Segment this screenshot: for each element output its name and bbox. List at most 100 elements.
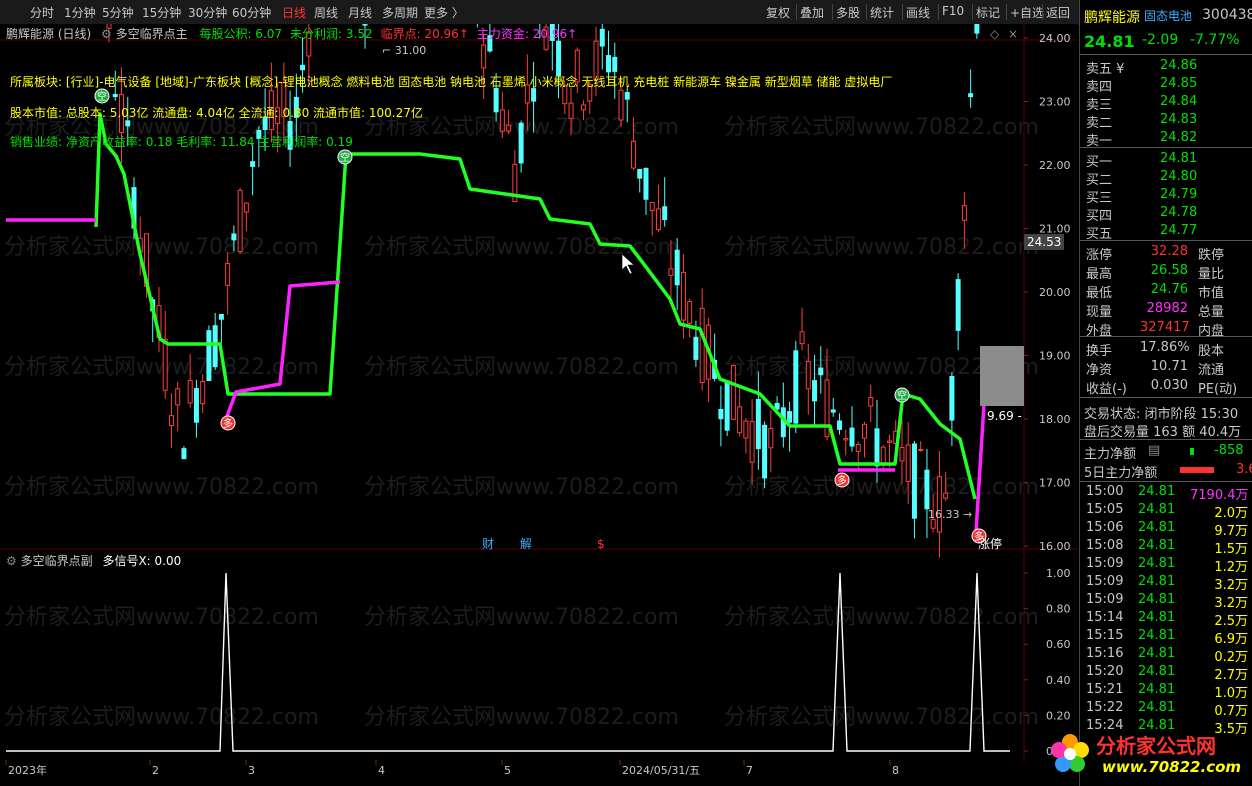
toolbar-tab[interactable]: 多周期 xyxy=(382,4,418,21)
indicator-name[interactable]: 多空临界点主 xyxy=(116,27,188,41)
list-icon[interactable]: ▤ xyxy=(1148,443,1160,458)
candle-body xyxy=(162,338,168,391)
event-marker[interactable]: 解 xyxy=(520,537,532,551)
buy-signal-marker[interactable]: 多 xyxy=(220,415,236,431)
tick-time: 15:00 xyxy=(1086,484,1124,499)
stat-label: 收益(-) xyxy=(1086,382,1127,397)
candle-body xyxy=(724,380,730,431)
watermark-text: 分析家公式网www.70822.com xyxy=(4,605,319,630)
y-tick-label: 19.00 xyxy=(1039,350,1071,363)
toolbar-button[interactable]: 多股 xyxy=(836,4,860,21)
sub-header: ⚙ 多空临界点副 多信号X: 0.00 xyxy=(6,552,181,569)
svg-text:空: 空 xyxy=(97,90,107,103)
sub-y-tick-label: 0.20 xyxy=(1046,709,1071,722)
stat-label-2: 市值 xyxy=(1198,286,1225,301)
toolbar-tab[interactable]: 5分钟 xyxy=(102,4,134,21)
candle-body xyxy=(193,388,199,423)
stat-label-2: PE(动) xyxy=(1198,382,1238,397)
sell-signal-marker[interactable]: 空 xyxy=(894,387,910,403)
stat-row: 净资 10.71 流通 xyxy=(1080,358,1252,378)
candle-body xyxy=(762,424,768,479)
stat-row: 最高 26.58 量比 xyxy=(1080,262,1252,282)
y-tick-label: 23.00 xyxy=(1039,96,1071,109)
event-marker[interactable]: 财 xyxy=(482,537,494,551)
toolbar-button[interactable]: 叠加 xyxy=(800,4,824,21)
logo-url: www.70822.com xyxy=(1102,758,1242,776)
y-tick-label: 20.00 xyxy=(1039,286,1071,299)
sub-indicator-name[interactable]: 多空临界点副 xyxy=(21,554,93,568)
toolbar-button[interactable]: 标记 xyxy=(976,4,1000,21)
volume-band xyxy=(980,346,1024,406)
bid-price: 24.77 xyxy=(1160,223,1198,238)
toolbar-button[interactable]: F10 xyxy=(942,4,964,18)
tick-time: 15:15 xyxy=(1086,628,1124,643)
stat-label-2: 跌停 xyxy=(1198,248,1225,263)
toolbar-tab[interactable]: 周线 xyxy=(314,4,338,21)
candle-body xyxy=(168,415,174,427)
flower-logo-icon xyxy=(1051,734,1089,772)
candle-body xyxy=(630,140,636,169)
candle-body xyxy=(868,396,874,407)
capital-line: 股本市值: 总股本: 5.03亿 流通盘: 4.04亿 全流通: 0.80 流通… xyxy=(10,106,423,120)
candle-body xyxy=(568,102,574,119)
stat-label-2: 流通 xyxy=(1198,363,1225,378)
event-marker[interactable]: $ xyxy=(597,537,605,551)
tick-row: 15:22 24.81 0.7万 xyxy=(1080,699,1252,719)
gear-icon[interactable]: ⚙ xyxy=(101,27,112,41)
tick-price: 24.81 xyxy=(1138,628,1176,643)
toolbar-tab[interactable]: 60分钟 xyxy=(232,4,271,21)
stat-row: 现量 28982 总量 xyxy=(1080,300,1252,320)
sell-signal-marker[interactable]: 空 xyxy=(337,149,353,165)
toolbar-button[interactable]: 复权 xyxy=(766,4,790,21)
toolbar-tab[interactable]: 日线 xyxy=(282,4,306,21)
tick-price: 24.81 xyxy=(1138,538,1176,553)
bid-price: 24.81 xyxy=(1160,151,1198,166)
indicator-metric: 主力资金: 20.96↑ xyxy=(476,27,578,41)
x-tick-label: 5 xyxy=(504,764,511,777)
watermark-text: 分析家公式网www.70822.com xyxy=(4,475,319,500)
main-net-row[interactable]: 主力净额 ▤ -858 xyxy=(1080,442,1252,462)
toolbar-tab[interactable]: 月线 xyxy=(348,4,372,21)
candle-body xyxy=(861,423,867,439)
toolbar-button[interactable]: 画线 xyxy=(906,4,930,21)
candle-body xyxy=(911,443,917,519)
tick-time: 15:06 xyxy=(1086,520,1124,535)
bid-price: 24.80 xyxy=(1160,169,1198,184)
diamond-icon[interactable]: ◇ xyxy=(990,27,999,41)
gear-icon[interactable]: ⚙ xyxy=(6,554,17,568)
toolbar-tab[interactable]: 分时 xyxy=(30,4,54,21)
price-change-pct: -7.77% xyxy=(1190,32,1240,48)
concept-tag[interactable]: 固态电池 xyxy=(1144,7,1192,24)
stat-label: 换手 xyxy=(1086,344,1113,359)
toolbar-tab[interactable]: 30分钟 xyxy=(188,4,227,21)
site-logo: 分析家公式网 www.70822.com xyxy=(1048,728,1244,782)
toolbar-button[interactable]: +自选 xyxy=(1010,4,1044,21)
tick-row: 15:21 24.81 1.0万 xyxy=(1080,681,1252,701)
stat-label: 最高 xyxy=(1086,267,1113,282)
sub-signal-value: 多信号X: 0.00 xyxy=(102,554,182,568)
candle-body xyxy=(231,233,237,241)
close-icon[interactable]: × xyxy=(1008,27,1018,41)
sell-signal-marker[interactable]: 空 xyxy=(94,88,110,104)
watermark-text: 分析家公式网www.70822.com xyxy=(4,235,319,260)
candle-body xyxy=(805,360,811,390)
tick-row: 15:00 24.81 7190.4万 xyxy=(1080,483,1252,503)
toolbar-button[interactable]: 统计 xyxy=(870,4,894,21)
candle-body xyxy=(768,427,774,449)
candle-body xyxy=(737,406,743,434)
x-tick-label: 8 xyxy=(892,764,899,777)
toolbar-tab[interactable]: 1分钟 xyxy=(64,4,96,21)
stat-value: 10.71 xyxy=(1150,359,1188,374)
candle-body xyxy=(799,331,805,345)
stat-value: 26.58 xyxy=(1150,263,1188,278)
chart-area[interactable]: 分析家公式网www.70822.com 分析家公式网www.70822.com 分析… xyxy=(0,24,1078,762)
candle-body xyxy=(181,448,187,460)
y-tick-label: 17.00 xyxy=(1039,477,1071,490)
toolbar-button[interactable]: 返回 xyxy=(1046,4,1070,21)
toolbar-tab[interactable]: 更多 〉 xyxy=(424,4,464,21)
stock-title-row: 鹏辉能源 固态电池 300438 xyxy=(1080,6,1252,28)
candle-body xyxy=(612,56,618,72)
buy-signal-marker[interactable]: 多 xyxy=(834,472,850,488)
toolbar-tab[interactable]: 15分钟 xyxy=(142,4,181,21)
candle-body xyxy=(855,443,861,452)
